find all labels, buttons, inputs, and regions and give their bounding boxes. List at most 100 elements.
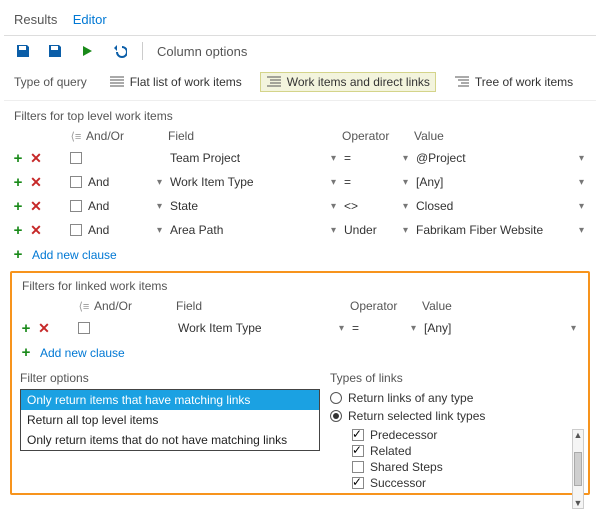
group-icon: ⟨≡ [79,300,90,313]
field-dropdown[interactable]: Area Path ▾ [170,223,340,237]
scroll-up-icon[interactable]: ▲ [574,430,583,440]
group-checkbox[interactable] [70,152,82,164]
link-type-checkbox[interactable] [352,445,364,457]
field-value: Work Item Type [170,175,254,189]
operator-dropdown[interactable]: = ▾ [352,321,420,335]
query-type-direct[interactable]: Work items and direct links [260,72,436,92]
chevron-down-icon: ▾ [575,225,584,236]
scroll-thumb[interactable] [574,452,582,486]
operator-value: Under [344,223,377,237]
add-row-icon[interactable]: + [10,174,26,191]
filter-option-item[interactable]: Return all top level items [21,410,319,430]
radio-selected-types[interactable]: Return selected link types [330,407,580,425]
chevron-down-icon: ▾ [399,225,408,236]
value-dropdown[interactable]: [Any] ▾ [416,175,588,189]
add-row-icon[interactable]: + [18,320,34,337]
andor-value: And [88,223,109,237]
link-type-item[interactable]: Shared Steps [352,459,580,475]
value-text: @Project [416,151,466,165]
andor-dropdown[interactable]: And ▾ [88,223,166,237]
flat-list-icon [109,75,125,89]
column-options-button[interactable]: Column options [157,44,247,59]
query-type-tree[interactable]: Tree of work items [448,72,579,92]
group-checkbox[interactable] [78,322,90,334]
linked-filters-title: Filters for linked work items [12,273,588,297]
add-clause-label: Add new clause [32,248,117,262]
delete-row-icon[interactable]: ✕ [36,320,52,337]
field-dropdown[interactable]: Team Project ▾ [170,151,340,165]
value-dropdown[interactable]: Fabrikam Fiber Website ▾ [416,223,588,237]
value-dropdown[interactable]: [Any] ▾ [424,321,580,335]
chevron-down-icon: ▾ [327,201,336,212]
field-value: Team Project [170,151,240,165]
link-type-checkbox[interactable] [352,461,364,473]
chevron-down-icon: ▾ [575,177,584,188]
tree-icon [454,75,470,89]
header-andor: And/Or [86,129,168,143]
add-row-icon[interactable]: + [10,198,26,215]
delete-row-icon[interactable]: ✕ [28,150,44,167]
field-dropdown[interactable]: Work Item Type ▾ [170,175,340,189]
run-icon[interactable] [78,42,96,60]
value-dropdown[interactable]: Closed ▾ [416,199,588,213]
chevron-down-icon: ▾ [327,177,336,188]
value-dropdown[interactable]: @Project ▾ [416,151,588,165]
link-type-item[interactable]: Predecessor [352,427,580,443]
chevron-down-icon: ▾ [153,225,162,236]
field-value: State [170,199,198,213]
chevron-down-icon: ▾ [407,323,416,334]
add-clause-label: Add new clause [40,346,125,360]
radio-icon [330,410,342,422]
header-andor: And/Or [94,299,176,313]
clause-row: + ✕ And ▾ State ▾ <> ▾ Closed [4,194,596,218]
scroll-down-icon[interactable]: ▼ [574,498,583,508]
group-checkbox[interactable] [70,200,82,212]
undo-icon[interactable] [110,42,128,60]
operator-dropdown[interactable]: Under ▾ [344,223,412,237]
delete-row-icon[interactable]: ✕ [28,198,44,215]
scrollbar[interactable]: ▲ ▼ [572,429,584,509]
tab-results[interactable]: Results [12,8,67,33]
delete-row-icon[interactable]: ✕ [28,222,44,239]
delete-row-icon[interactable]: ✕ [28,174,44,191]
andor-dropdown[interactable]: And ▾ [88,199,166,213]
save-icon[interactable] [14,42,32,60]
group-checkbox[interactable] [70,176,82,188]
operator-dropdown[interactable]: = ▾ [344,175,412,189]
link-type-checkbox[interactable] [352,477,364,489]
field-value: Area Path [170,223,223,237]
field-value: Work Item Type [178,321,262,335]
link-type-checkbox[interactable] [352,429,364,441]
field-dropdown[interactable]: State ▾ [170,199,340,213]
value-text: [Any] [424,321,451,335]
chevron-down-icon: ▾ [399,201,408,212]
group-icon: ⟨≡ [71,130,82,143]
radio-any-type[interactable]: Return links of any type [330,389,580,407]
add-clause-top[interactable]: + Add new clause [4,242,596,267]
query-type-flat[interactable]: Flat list of work items [103,72,248,92]
group-checkbox[interactable] [70,224,82,236]
link-type-item[interactable]: Successor [352,475,580,491]
header-value: Value [422,299,582,313]
header-field: Field [176,299,350,313]
link-type-item[interactable]: Related [352,443,580,459]
operator-dropdown[interactable]: = ▾ [344,151,412,165]
operator-value: <> [344,199,358,213]
add-row-icon[interactable]: + [10,150,26,167]
chevron-down-icon: ▾ [327,225,336,236]
tab-editor[interactable]: Editor [71,8,117,33]
add-row-icon[interactable]: + [10,222,26,239]
header-value: Value [414,129,590,143]
value-text: Closed [416,199,453,213]
filter-option-item[interactable]: Only return items that do not have match… [21,430,319,450]
field-dropdown[interactable]: Work Item Type ▾ [178,321,348,335]
andor-dropdown[interactable]: And ▾ [88,175,166,189]
filter-option-item[interactable]: Only return items that have matching lin… [21,390,319,410]
clause-row: + ✕ And ▾ Area Path ▾ Under ▾ Fa [4,218,596,242]
operator-dropdown[interactable]: <> ▾ [344,199,412,213]
filter-options-list[interactable]: Only return items that have matching lin… [20,389,320,451]
plus-icon: + [10,246,26,263]
save-as-icon[interactable] [46,42,64,60]
query-type-label: Type of query [14,75,91,89]
add-clause-linked[interactable]: + Add new clause [12,340,588,365]
